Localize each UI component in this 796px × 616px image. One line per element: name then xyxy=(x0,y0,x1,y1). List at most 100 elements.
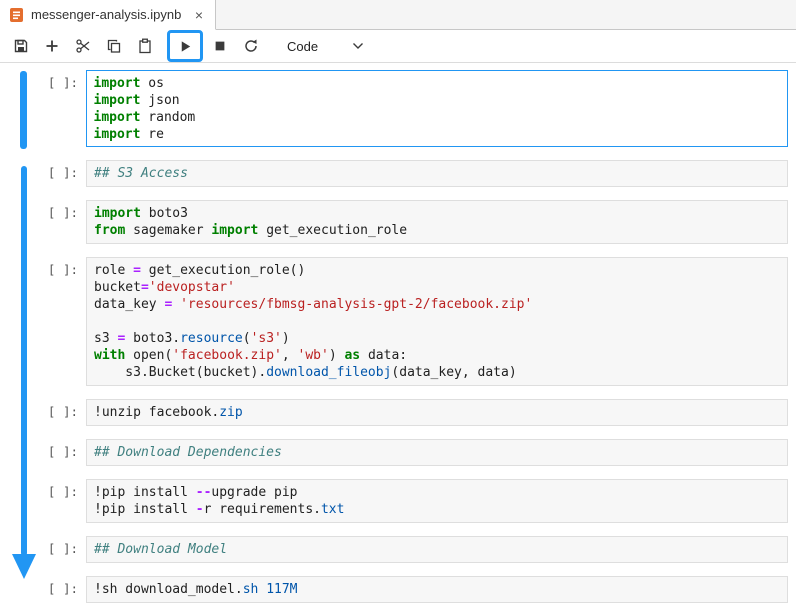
tab-close-icon[interactable]: × xyxy=(193,8,205,22)
save-button[interactable] xyxy=(10,34,32,58)
code-token: , xyxy=(282,348,298,363)
active-cell-indicator[interactable] xyxy=(20,71,27,149)
code-token: get_execution_role xyxy=(258,223,407,238)
notebook-toolbar: Code xyxy=(0,30,796,63)
cell-editor[interactable]: ## Download Dependencies xyxy=(86,439,788,466)
cell-editor[interactable]: import osimport jsonimport randomimport … xyxy=(86,70,788,147)
code-line: import json xyxy=(94,92,781,109)
code-token: txt xyxy=(321,502,344,517)
code-token: import xyxy=(94,93,141,108)
cut-cell-button[interactable] xyxy=(72,34,94,58)
code-line: with open('facebook.zip', 'wb') as data: xyxy=(94,347,780,364)
code-token: download_fileobj xyxy=(266,365,391,380)
code-token: boto3. xyxy=(125,331,180,346)
code-token: get_execution_role() xyxy=(141,263,305,278)
chevron-down-icon xyxy=(352,42,364,50)
cell-prompt: [ ]: xyxy=(0,200,86,244)
code-line: data_key = 'resources/fbmsg-analysis-gpt… xyxy=(94,296,780,313)
code-line: s3 = boto3.resource('s3') xyxy=(94,330,780,347)
code-token: 'devopstar' xyxy=(149,280,235,295)
code-token: ) xyxy=(329,348,345,363)
notebook-cell[interactable]: [ ]:role = get_execution_role()bucket='d… xyxy=(0,257,788,386)
cell-prompt: [ ]: xyxy=(0,399,86,426)
code-token: = xyxy=(141,280,149,295)
notebook-cell[interactable]: [ ]:!pip install --upgrade pip!pip insta… xyxy=(0,479,788,523)
arrow-annotation-head xyxy=(12,554,36,579)
restart-kernel-button[interactable] xyxy=(240,34,262,58)
cell-editor[interactable]: role = get_execution_role()bucket='devop… xyxy=(86,257,788,386)
code-token: open( xyxy=(125,348,172,363)
notebook-cell[interactable]: [ ]:## Download Model xyxy=(0,536,788,563)
cell-prompt: [ ]: xyxy=(0,257,86,386)
tab-bar: messenger-analysis.ipynb × xyxy=(0,0,796,30)
cell-editor[interactable]: ## S3 Access xyxy=(86,160,788,187)
add-cell-button[interactable] xyxy=(41,34,63,58)
code-token: -- xyxy=(196,485,212,500)
notebook-cell[interactable]: [ ]: ## S3 Access xyxy=(0,160,788,187)
cell-prompt: [ ]: xyxy=(0,479,86,523)
code-token: - xyxy=(196,502,204,517)
code-line: !pip install -r requirements.txt xyxy=(94,501,780,518)
cell-editor[interactable]: !pip install --upgrade pip!pip install -… xyxy=(86,479,788,523)
code-token: zip xyxy=(219,405,242,420)
code-token: resource xyxy=(180,331,243,346)
code-line: !unzip facebook.zip xyxy=(94,404,780,421)
cell-editor[interactable]: ## Download Model xyxy=(86,536,788,563)
notebook-cell[interactable]: [ ]:## Download Dependencies xyxy=(0,439,788,466)
paste-cell-button[interactable] xyxy=(134,34,156,58)
cell-type-label: Code xyxy=(287,39,318,54)
notebook-cell[interactable]: [ ]:import boto3from sagemaker import ge… xyxy=(0,200,788,244)
code-token: !unzip facebook. xyxy=(94,405,219,420)
copy-cell-button[interactable] xyxy=(103,34,125,58)
code-token: !sh download_model. xyxy=(94,582,243,597)
code-token: from xyxy=(94,223,125,238)
stop-button[interactable] xyxy=(209,34,231,58)
code-token: with xyxy=(94,348,125,363)
code-line: from sagemaker import get_execution_role xyxy=(94,222,780,239)
notebook-file-icon xyxy=(9,7,24,23)
code-line xyxy=(94,313,780,330)
code-token: as xyxy=(344,348,360,363)
code-token: import xyxy=(94,206,141,221)
cell-type-dropdown[interactable]: Code xyxy=(287,39,364,54)
code-token: data: xyxy=(360,348,407,363)
code-line: ## Download Model xyxy=(94,541,780,558)
code-token: random xyxy=(140,110,195,125)
code-token: os xyxy=(140,76,163,91)
code-token: boto3 xyxy=(141,206,188,221)
code-token xyxy=(172,297,180,312)
cell-prompt: [ ]: xyxy=(0,439,86,466)
code-line: s3.Bucket(bucket).download_fileobj(data_… xyxy=(94,364,780,381)
code-token: upgrade pip xyxy=(211,485,297,500)
notebook-cell[interactable]: [ ]:!sh download_model.sh 117M xyxy=(0,576,788,603)
code-token: !pip install xyxy=(94,502,196,517)
notebook-tab[interactable]: messenger-analysis.ipynb × xyxy=(0,0,216,30)
code-token: 'resources/fbmsg-analysis-gpt-2/facebook… xyxy=(180,297,532,312)
code-line: role = get_execution_role() xyxy=(94,262,780,279)
code-token: sh xyxy=(243,582,259,597)
notebook-cell[interactable]: [ ]: !unzip facebook.zip xyxy=(0,399,788,426)
code-token: sagemaker xyxy=(125,223,211,238)
cell-editor[interactable]: !sh download_model.sh 117M xyxy=(86,576,788,603)
code-token: (data_key, data) xyxy=(391,365,516,380)
cell-editor[interactable]: import boto3from sagemaker import get_ex… xyxy=(86,200,788,244)
code-token: import xyxy=(211,223,258,238)
code-token: import xyxy=(94,127,141,142)
code-token: 'facebook.zip' xyxy=(172,348,282,363)
notebook-cell[interactable]: [ ]:import osimport jsonimport randomimp… xyxy=(0,70,788,147)
run-button[interactable] xyxy=(174,34,196,58)
cell-prompt: [ ]: xyxy=(0,160,86,187)
cell-editor[interactable]: !unzip facebook.zip xyxy=(86,399,788,426)
code-token: = xyxy=(133,263,141,278)
code-token: 's3' xyxy=(251,331,282,346)
code-line: import boto3 xyxy=(94,205,780,222)
arrow-annotation-line xyxy=(21,166,27,556)
code-token: bucket xyxy=(94,280,141,295)
code-line: !pip install --upgrade pip xyxy=(94,484,780,501)
code-line: import re xyxy=(94,126,781,143)
code-token: r requirements. xyxy=(204,502,321,517)
code-token: ## S3 Access xyxy=(94,166,188,181)
code-token: s3 xyxy=(94,331,117,346)
code-token: !pip install xyxy=(94,485,196,500)
code-token: re xyxy=(140,127,163,142)
